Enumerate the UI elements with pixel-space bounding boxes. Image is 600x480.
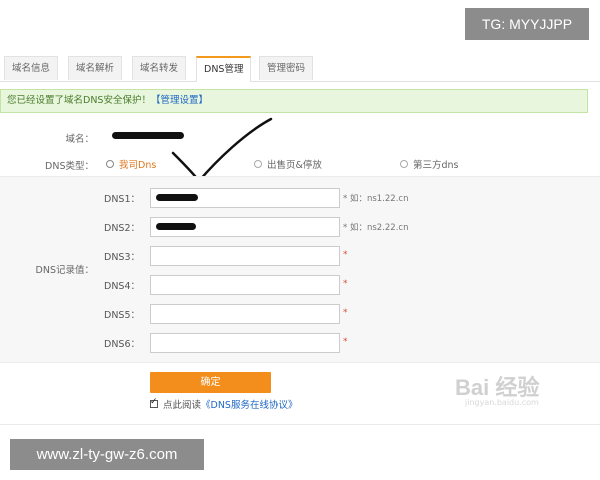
redacted-dns1-scribble — [156, 194, 198, 201]
dns4-required-mark: * — [343, 279, 348, 289]
agree-prefix-text: 点此阅读 — [163, 400, 202, 411]
dns-type-option-label: 第三方dns — [413, 160, 459, 171]
tab-dns-management[interactable]: DNS管理 — [196, 56, 252, 82]
radio-icon — [400, 160, 408, 168]
dns-agreement-link[interactable]: 《DNS服务在线协议》 — [201, 397, 297, 411]
dns3-required-mark: * — [343, 250, 348, 260]
dns-type-label: DNS类型： — [45, 161, 94, 172]
dns3-label: DNS3： — [104, 252, 140, 263]
dns6-input[interactable] — [150, 333, 340, 353]
manage-settings-link[interactable]: 【管理设置】 — [151, 95, 208, 106]
dns2-label: DNS2： — [104, 223, 140, 234]
dns4-label: DNS4： — [104, 281, 140, 292]
notice-text: 您已经设置了域名DNS安全保护！ — [7, 95, 151, 106]
tab-bar: 域名信息 域名解析 域名转发 DNS管理 管理密码 — [0, 56, 600, 82]
dns-type-option-ours[interactable]: 我司Dns — [106, 157, 156, 171]
url-watermark-badge: www.zl-ty-gw-z6.com — [10, 439, 204, 470]
dns-records-label: DNS记录值： — [35, 265, 94, 276]
tab-domain-info[interactable]: 域名信息 — [4, 56, 59, 80]
dns4-input[interactable] — [150, 275, 340, 295]
domain-label: 域名： — [65, 134, 94, 145]
dns5-label: DNS5： — [104, 310, 140, 321]
dns1-hint: * 如：ns1.22.cn — [343, 194, 409, 204]
dns3-input[interactable] — [150, 246, 340, 266]
tab-manage-password[interactable]: 管理密码 — [259, 56, 314, 80]
radio-icon — [106, 160, 114, 168]
bottom-divider — [0, 424, 600, 425]
dns2-hint: * 如：ns2.22.cn — [343, 223, 409, 233]
dns5-input[interactable] — [150, 304, 340, 324]
tab-domain-forwarding[interactable]: 域名转发 — [132, 56, 187, 80]
dns6-label: DNS6： — [104, 339, 140, 350]
tg-watermark-badge: TG: MYYJJPP — [465, 8, 589, 40]
baidu-jingyan-watermark-url: jingyan.baidu.com — [465, 398, 539, 407]
confirm-button[interactable]: 确定 — [150, 372, 271, 393]
dns-protection-notice: 您已经设置了域名DNS安全保护！【管理设置】 — [0, 89, 588, 113]
dns5-required-mark: * — [343, 308, 348, 318]
agreement-row: 点此阅读《DNS服务在线协议》 — [150, 397, 297, 411]
agree-checkbox[interactable] — [150, 397, 158, 408]
dns6-required-mark: * — [343, 337, 348, 347]
tab-domain-resolution[interactable]: 域名解析 — [68, 56, 123, 80]
redacted-dns2-scribble — [156, 223, 196, 230]
dns-type-option-label: 我司Dns — [119, 160, 157, 171]
dns-type-option-third-party[interactable]: 第三方dns — [400, 157, 459, 171]
dns1-label: DNS1： — [104, 194, 140, 205]
dns-records-section: DNS记录值： DNS1： * 如：ns1.22.cn DNS2： * 如：ns… — [0, 176, 600, 363]
